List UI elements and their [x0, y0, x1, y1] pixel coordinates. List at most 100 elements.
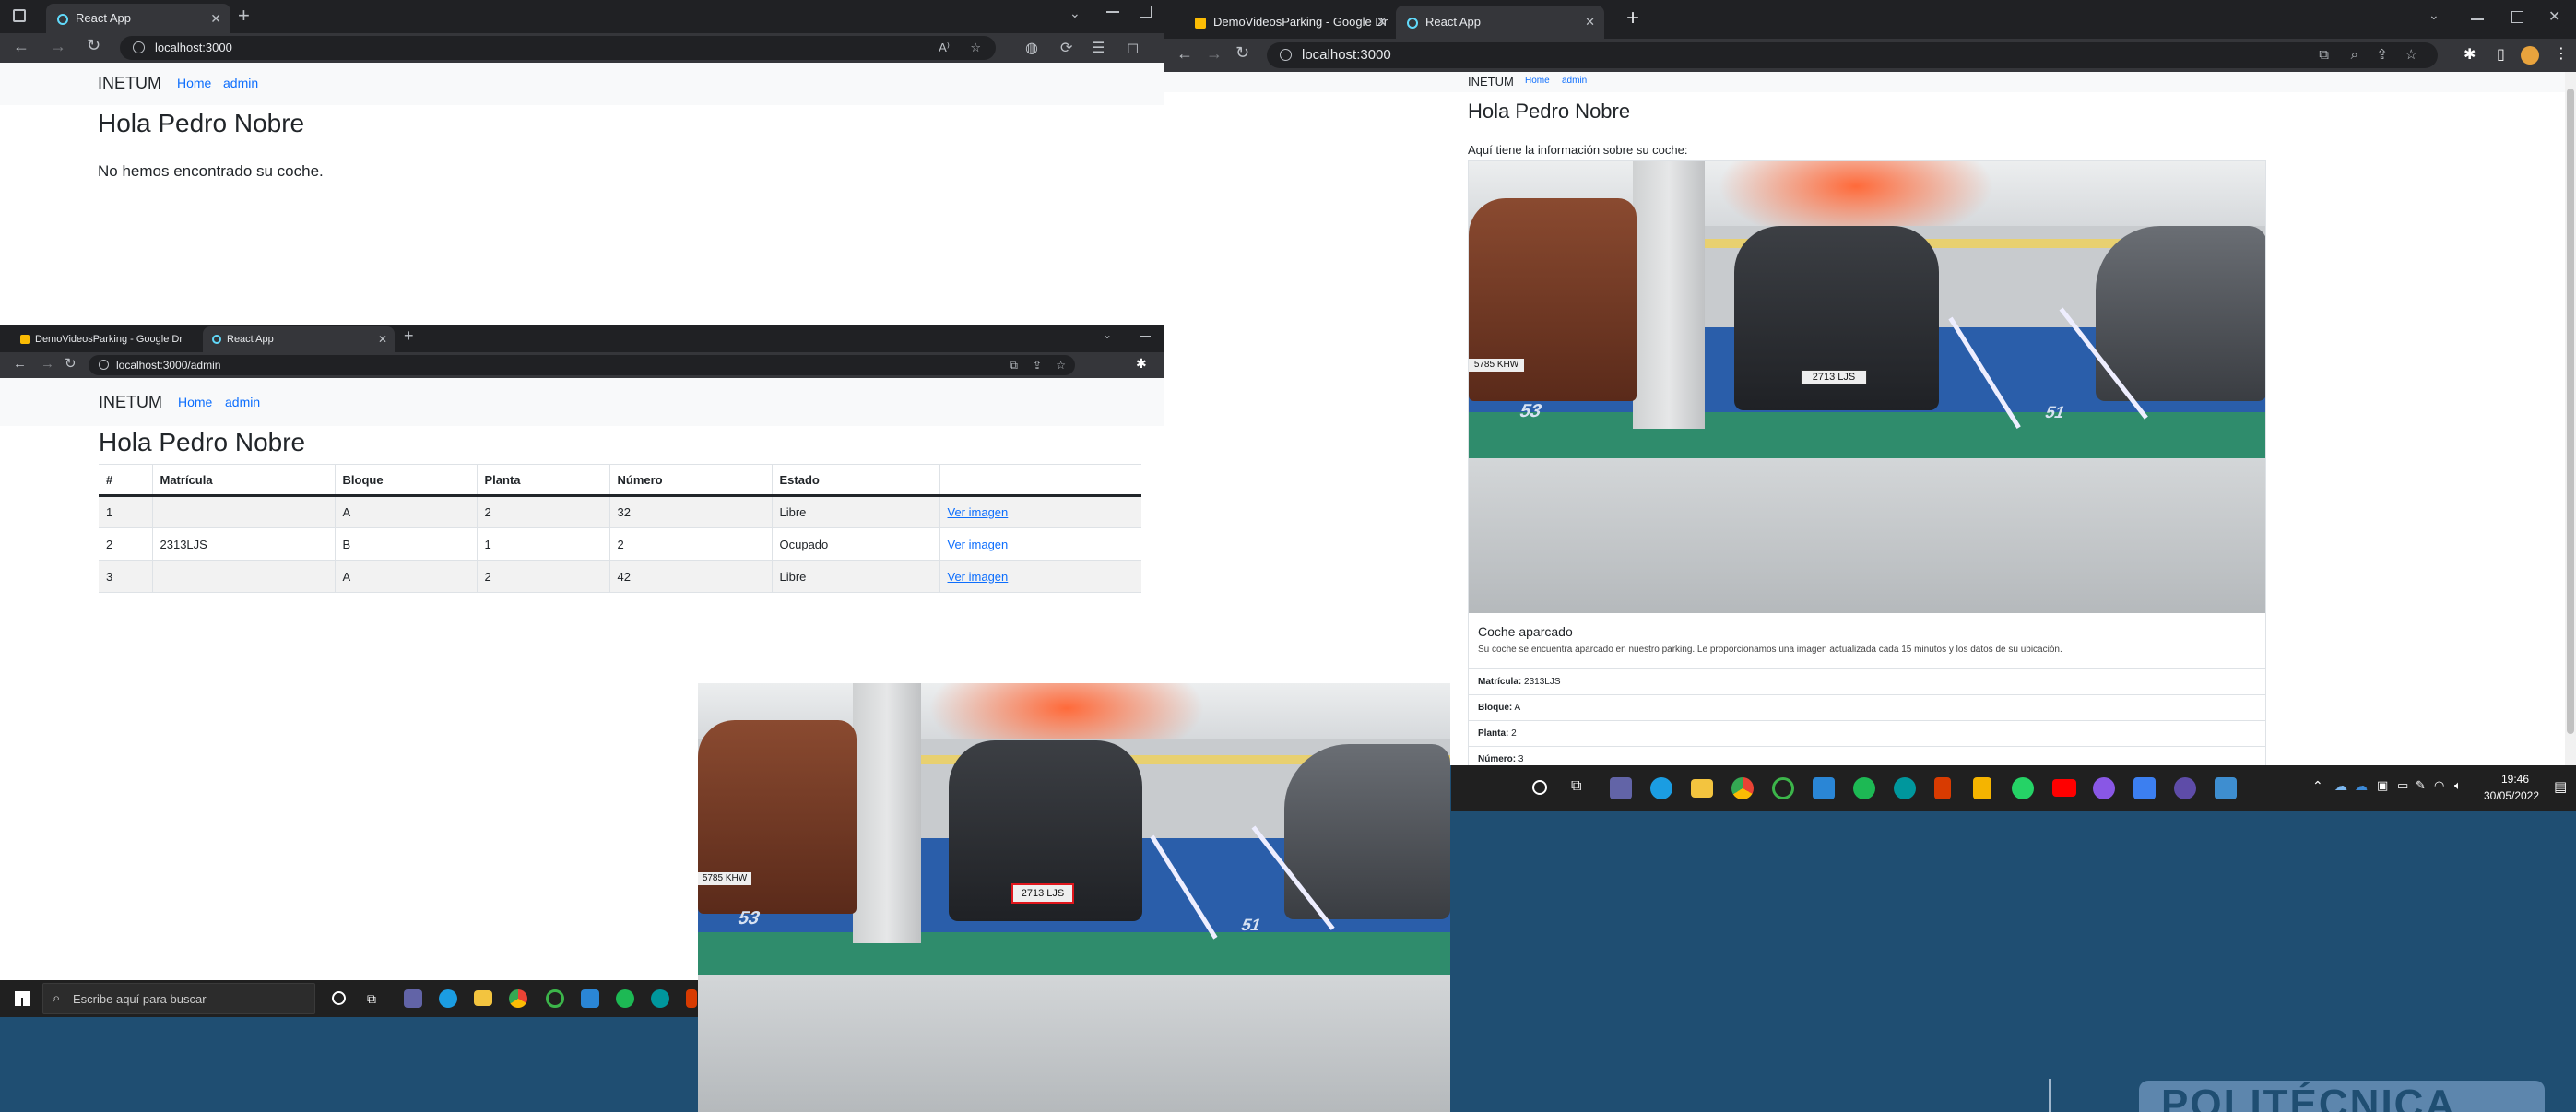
- wifi-icon[interactable]: ◠: [2434, 778, 2444, 793]
- onedrive-business-icon[interactable]: ☁: [2355, 778, 2368, 794]
- collections-icon[interactable]: ☰: [1092, 39, 1105, 57]
- close-icon[interactable]: ✕: [1585, 6, 1595, 39]
- youtube-icon[interactable]: [2052, 779, 2076, 797]
- notes-icon[interactable]: [1973, 777, 1991, 799]
- maximize-icon[interactable]: [1140, 6, 1152, 18]
- notification-icon[interactable]: ▤: [2554, 778, 2567, 795]
- search-box[interactable]: ⌕ Escribe aquí para buscar: [42, 983, 315, 1014]
- tab-demovideosparking[interactable]: DemoVideosParking - Google Dr ✕: [1184, 6, 1392, 39]
- extension-icon[interactable]: ◍: [1025, 39, 1038, 57]
- office-icon[interactable]: [1934, 777, 1951, 799]
- brand-logo[interactable]: INETUM: [1468, 75, 1514, 89]
- share-icon[interactable]: ⇪: [1033, 355, 1042, 375]
- new-tab-icon[interactable]: +: [238, 4, 250, 28]
- close-icon[interactable]: ✕: [210, 4, 221, 33]
- new-tab-icon[interactable]: +: [1626, 6, 1639, 31]
- info-icon[interactable]: [133, 41, 145, 53]
- battery-icon[interactable]: ▭: [2397, 778, 2408, 793]
- edge-icon[interactable]: [439, 989, 457, 1008]
- forward-icon[interactable]: →: [50, 37, 66, 56]
- arduino-icon[interactable]: [1894, 777, 1916, 799]
- task-view-icon[interactable]: ⧉: [367, 991, 376, 1007]
- arduino-icon[interactable]: [651, 989, 669, 1008]
- nav-link-home[interactable]: Home: [177, 76, 211, 90]
- loading-app-icon[interactable]: [1772, 777, 1794, 799]
- forward-icon[interactable]: →: [41, 356, 54, 372]
- minimize-icon[interactable]: [1140, 336, 1151, 337]
- chevron-down-icon[interactable]: ⌄: [2428, 7, 2440, 23]
- close-window-icon[interactable]: ✕: [2548, 7, 2560, 26]
- side-panel-icon[interactable]: ▯: [2497, 45, 2505, 64]
- loading-app-icon[interactable]: [546, 989, 564, 1008]
- office-icon[interactable]: [686, 989, 697, 1008]
- spotify-icon[interactable]: [616, 989, 634, 1008]
- window-menu-icon[interactable]: [13, 9, 26, 22]
- task-view-icon[interactable]: ⧉: [1571, 778, 1581, 795]
- brand-logo[interactable]: INETUM: [98, 74, 161, 93]
- back-icon[interactable]: ←: [13, 37, 30, 56]
- reload-icon[interactable]: ↻: [65, 355, 77, 372]
- edge-icon[interactable]: [1650, 777, 1672, 799]
- chevron-down-icon[interactable]: ⌄: [1103, 328, 1112, 341]
- spotify-icon[interactable]: [1853, 777, 1875, 799]
- new-tab-icon[interactable]: +: [404, 326, 414, 346]
- minimize-icon[interactable]: [1106, 11, 1119, 13]
- bookmark-star-icon[interactable]: ☆: [2405, 42, 2417, 68]
- brand-logo[interactable]: INETUM: [99, 393, 162, 412]
- address-bar[interactable]: localhost:3000/admin ⧉ ⇪ ☆: [89, 355, 1075, 375]
- scrollbar[interactable]: [2565, 72, 2576, 765]
- chevron-down-icon[interactable]: ⌄: [1069, 6, 1081, 21]
- back-icon[interactable]: ←: [1176, 44, 1193, 64]
- forward-icon[interactable]: →: [1206, 44, 1223, 64]
- obs-icon[interactable]: [2174, 777, 2196, 799]
- close-icon[interactable]: ✕: [1377, 6, 1387, 39]
- address-bar[interactable]: localhost:3000 ⧉ ⌕ ⇪ ☆: [1267, 42, 2438, 68]
- close-icon[interactable]: ✕: [378, 326, 387, 352]
- extensions-puzzle-icon[interactable]: ✱: [2464, 45, 2476, 64]
- parking-photo[interactable]: 2713 LJS 5785 KHW 53 51: [1469, 161, 2265, 613]
- calendar-icon[interactable]: [2133, 777, 2156, 799]
- teams-icon[interactable]: [1610, 777, 1632, 799]
- menu-dots-icon[interactable]: ⋮: [2554, 44, 2569, 63]
- minimize-icon[interactable]: [2471, 18, 2484, 20]
- windows-start-icon[interactable]: [15, 991, 30, 1006]
- info-icon[interactable]: [1280, 49, 1292, 61]
- github-icon[interactable]: [2093, 777, 2115, 799]
- volume-icon[interactable]: 🔈︎: [2454, 778, 2462, 793]
- cortana-icon[interactable]: [1532, 780, 1547, 795]
- ver-imagen-link[interactable]: Ver imagen: [948, 570, 1009, 584]
- reload-icon[interactable]: ↻: [1235, 43, 1249, 63]
- tray-app-icon[interactable]: ▣: [2377, 778, 2388, 793]
- nav-link-admin[interactable]: admin: [223, 76, 258, 90]
- zoom-icon[interactable]: ⌕: [2351, 42, 2358, 68]
- nav-link-home[interactable]: Home: [178, 395, 212, 409]
- pen-icon[interactable]: ✎: [2416, 778, 2426, 793]
- restore-icon[interactable]: [2511, 11, 2523, 23]
- extensions-puzzle-icon[interactable]: ✱: [1136, 356, 1147, 372]
- vscode-icon[interactable]: [581, 989, 599, 1008]
- nav-link-home[interactable]: Home: [1525, 76, 1550, 86]
- tab-react-app[interactable]: React App ✕: [1396, 6, 1604, 39]
- ver-imagen-link[interactable]: Ver imagen: [948, 538, 1009, 551]
- tab-react-app[interactable]: React App ✕: [203, 326, 395, 352]
- cortana-icon[interactable]: [332, 991, 346, 1005]
- nav-link-admin[interactable]: admin: [1562, 76, 1587, 86]
- file-explorer-icon[interactable]: [1691, 779, 1713, 798]
- teams-icon[interactable]: [404, 989, 422, 1008]
- taskbar-date[interactable]: 30/05/2022: [2473, 789, 2550, 802]
- address-bar[interactable]: localhost:3000 A⁾ ☆: [120, 36, 996, 60]
- info-icon[interactable]: [99, 360, 109, 370]
- read-aloud-icon[interactable]: A⁾: [939, 36, 950, 60]
- vscode-icon[interactable]: [1813, 777, 1835, 799]
- tab-react-app[interactable]: React App ✕: [46, 4, 230, 33]
- nav-link-admin[interactable]: admin: [225, 395, 260, 409]
- chrome-icon[interactable]: [509, 989, 527, 1008]
- back-icon[interactable]: ←: [13, 356, 27, 372]
- taskbar-time[interactable]: 19:46: [2489, 773, 2541, 786]
- profile-icon[interactable]: ◻: [1127, 39, 1139, 57]
- share-icon[interactable]: ⇪: [2376, 42, 2388, 68]
- translate-icon[interactable]: ⧉: [2319, 42, 2329, 68]
- tab-demovideosparking[interactable]: DemoVideosParking - Google Dr: [11, 326, 195, 352]
- scrollbar-thumb[interactable]: [2567, 89, 2574, 734]
- chevron-up-icon[interactable]: ⌃: [2312, 778, 2323, 794]
